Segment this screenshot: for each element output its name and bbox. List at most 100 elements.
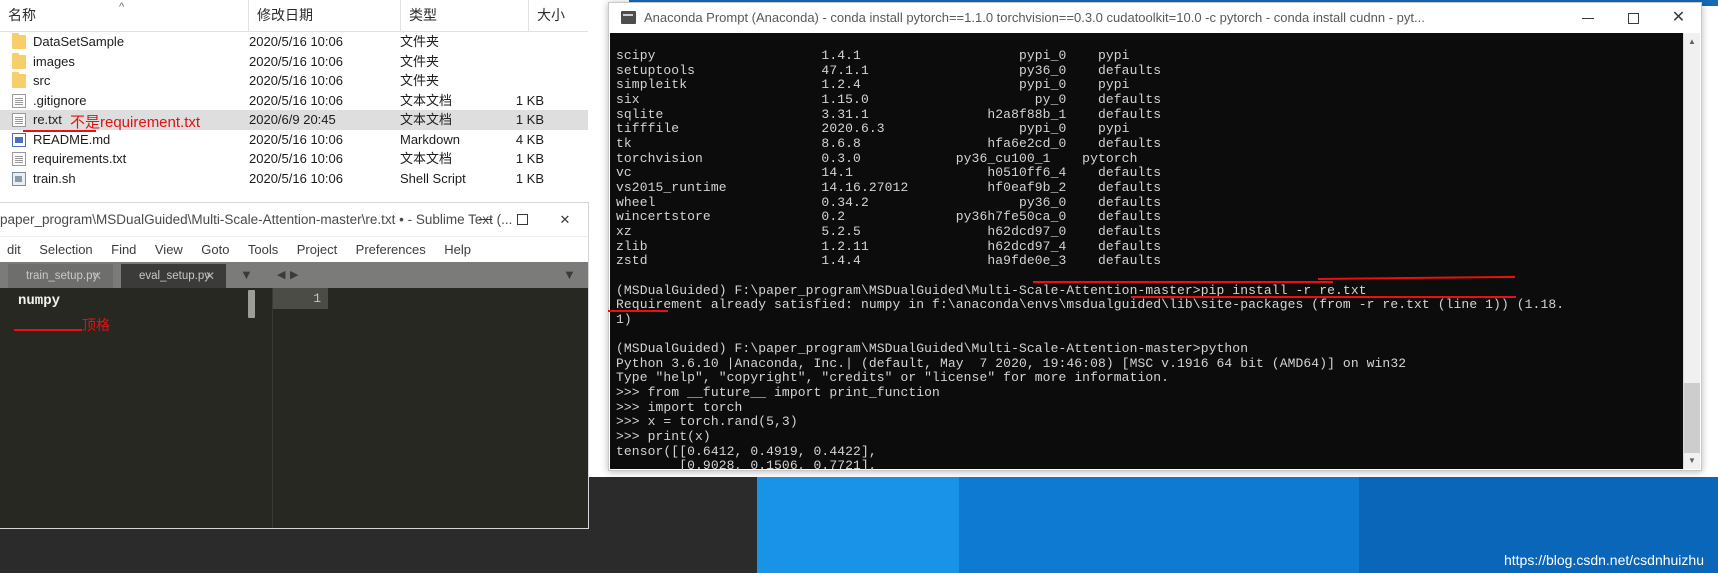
table-row[interactable]: images 2020/5/16 10:06 文件夹 <box>0 52 588 72</box>
minimize-button[interactable] <box>466 203 506 236</box>
folder-icon <box>12 52 26 69</box>
table-row[interactable]: .gitignore 2020/5/16 10:06 文本文档 1 KB <box>0 91 588 111</box>
maximize-button[interactable] <box>503 203 543 236</box>
maximize-icon <box>517 214 528 225</box>
anaconda-prompt-window: Anaconda Prompt (Anaconda) - conda insta… <box>608 2 1702 471</box>
console-red-underline-wrapline <box>608 310 668 312</box>
editor-red-underline <box>14 329 82 331</box>
minimize-icon <box>479 219 492 220</box>
menu-item-edit[interactable]: dit <box>0 237 28 262</box>
anaconda-titlebar[interactable]: Anaconda Prompt (Anaconda) - conda insta… <box>609 3 1701 33</box>
column-header-type[interactable]: 类型 <box>400 0 528 31</box>
table-row[interactable]: README.md 2020/5/16 10:06 Markdown 4 KB <box>0 130 588 150</box>
file-size: 1 KB <box>515 151 544 166</box>
scroll-down-arrow-icon[interactable]: ▼ <box>1684 452 1700 469</box>
file-size: 1 KB <box>515 92 544 108</box>
text-file-icon <box>12 152 26 166</box>
close-button[interactable]: ✕ <box>1656 3 1701 33</box>
file-name: requirements.txt <box>33 151 127 166</box>
folder-icon <box>12 33 26 49</box>
menu-item-tools[interactable]: Tools <box>241 237 285 262</box>
sublime-titlebar: paper_program\MSDualGuided\Multi-Scale-A… <box>0 203 588 237</box>
console-output-area[interactable]: scipy 1.4.1 pypi_0 pypi setuptools 47.1.… <box>610 33 1700 471</box>
sublime-editor-body: numpy 顶格 1 <box>0 288 588 528</box>
table-row[interactable]: DataSetSample 2020/5/16 10:06 文件夹 <box>0 32 588 52</box>
editor-pane-right[interactable]: 1 <box>273 288 588 528</box>
minimize-button[interactable] <box>1566 3 1611 33</box>
column-header-date[interactable]: 修改日期 <box>248 0 400 31</box>
sublime-text-window: paper_program\MSDualGuided\Multi-Scale-A… <box>0 203 588 528</box>
file-date: 2020/5/16 10:06 <box>249 170 343 186</box>
menu-item-goto[interactable]: Goto <box>194 237 236 262</box>
text-file-icon <box>12 113 26 127</box>
sublime-window-title: paper_program\MSDualGuided\Multi-Scale-A… <box>0 212 513 227</box>
console-red-underline-sitepackages <box>1131 296 1516 298</box>
scroll-up-arrow-icon[interactable]: ▲ <box>1684 33 1700 50</box>
tab-overflow-chevron-down-icon[interactable]: ▼ <box>240 262 253 288</box>
file-name: train.sh <box>33 170 76 186</box>
anaconda-window-title: Anaconda Prompt (Anaconda) - conda insta… <box>644 10 1425 25</box>
maximize-icon <box>1628 13 1639 24</box>
editor-line-number: 1 <box>313 291 321 306</box>
console-text: scipy 1.4.1 pypi_0 pypi setuptools 47.1.… <box>616 48 1565 471</box>
file-size <box>498 71 544 91</box>
column-header-size[interactable]: 大小 <box>528 0 588 31</box>
sublime-menubar: dit Selection Find View Goto Tools Proje… <box>0 237 588 262</box>
tab-close-icon[interactable]: ✕ <box>92 264 102 288</box>
tab-label: eval_setup.py <box>139 270 210 282</box>
tab-train-setup-py[interactable]: train_setup.py ✕ <box>8 264 113 288</box>
minimize-icon <box>1582 18 1594 19</box>
editor-code-line: numpy <box>18 293 61 309</box>
table-row[interactable]: src 2020/5/16 10:06 文件夹 <box>0 71 588 91</box>
menu-item-view[interactable]: View <box>148 237 190 262</box>
menu-item-selection[interactable]: Selection <box>32 237 99 262</box>
wallpaper-blue-panel-b <box>959 477 1359 573</box>
file-size <box>498 32 544 52</box>
menu-item-project[interactable]: Project <box>290 237 344 262</box>
file-size <box>498 52 544 72</box>
tab-eval-setup-py[interactable]: eval_setup.py ✕ <box>121 264 226 288</box>
tab-scroll-right-icon[interactable]: ▶ <box>290 262 298 288</box>
explorer-red-annotation: 不是requirement.txt <box>70 114 201 131</box>
console-scrollbar[interactable]: ▲ ▼ <box>1683 33 1700 469</box>
console-scrollbar-thumb[interactable] <box>1684 383 1700 453</box>
pane-menu-chevron-down-icon[interactable]: ▼ <box>563 262 576 288</box>
text-file-icon <box>12 93 26 108</box>
file-name: DataSetSample <box>33 34 125 49</box>
tab-label: train_setup.py <box>26 270 99 282</box>
wallpaper-blue-panel-a <box>757 477 959 573</box>
sort-ascending-icon: ^ <box>119 1 125 13</box>
editor-pane-left[interactable]: numpy 顶格 <box>0 288 273 528</box>
file-size: 1 KB <box>515 170 544 186</box>
editor-red-annotation: 顶格 <box>82 317 110 333</box>
file-size: 4 KB <box>515 131 544 147</box>
file-name: images <box>33 53 75 69</box>
editor-scrollbar-thumb[interactable] <box>248 290 255 318</box>
folder-icon <box>12 72 26 88</box>
sublime-tabbar: train_setup.py ✕ eval_setup.py ✕ ▼ ◀ ▶ ▼ <box>0 262 588 288</box>
menu-item-help[interactable]: Help <box>437 237 478 262</box>
file-date: 2020/5/16 10:06 <box>249 73 343 88</box>
file-date: 2020/6/9 20:45 <box>249 112 336 127</box>
file-date: 2020/5/16 10:06 <box>249 92 343 108</box>
tab-close-icon[interactable]: ✕ <box>205 264 215 288</box>
menu-item-find[interactable]: Find <box>104 237 143 262</box>
menu-item-preferences[interactable]: Preferences <box>349 237 433 262</box>
close-button[interactable]: ✕ <box>545 203 585 236</box>
table-row[interactable]: train.sh 2020/5/16 10:06 Shell Script 1 … <box>0 169 588 189</box>
maximize-button[interactable] <box>1611 3 1656 33</box>
file-size: 1 KB <box>515 112 544 127</box>
explorer-red-underline <box>23 130 96 132</box>
watermark-url: https://blog.csdn.net/csdnhuizhu <box>1503 552 1704 568</box>
file-date: 2020/5/16 10:06 <box>249 151 343 166</box>
editor-gutter: 1 <box>273 288 328 309</box>
file-date: 2020/5/16 10:06 <box>249 131 343 147</box>
tab-scroll-left-icon[interactable]: ◀ <box>277 262 285 288</box>
table-row[interactable]: requirements.txt 2020/5/16 10:06 文本文档 1 … <box>0 149 588 169</box>
file-name: .gitignore <box>33 92 87 108</box>
file-name: src <box>33 73 51 88</box>
shell-script-icon <box>12 171 26 186</box>
file-name: README.md <box>33 131 111 147</box>
terminal-icon <box>621 11 636 24</box>
file-date: 2020/5/16 10:06 <box>249 53 343 69</box>
